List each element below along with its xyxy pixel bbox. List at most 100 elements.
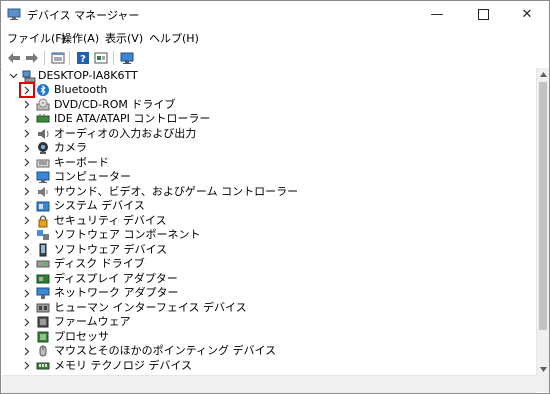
menu-action[interactable]: 操作(A) <box>61 30 99 46</box>
tree-root-row[interactable]: DESKTOP-IA8K6TT <box>2 69 522 83</box>
chevron-right-icon[interactable] <box>20 330 34 344</box>
tree-item-row[interactable]: ソフトウェア コンポーネント <box>2 228 522 242</box>
chevron-right-icon[interactable] <box>20 98 34 112</box>
audio-icon <box>36 127 50 141</box>
hid-icon <box>36 301 50 315</box>
tree-item-row[interactable]: ヒューマン インターフェイス デバイス <box>2 301 522 315</box>
tree-item-row[interactable]: IDE ATA/ATAPI コントローラー <box>2 112 522 126</box>
menu-bar: ファイル(F) 操作(A) 表示(V) ヘルプ(H) <box>1 27 549 47</box>
tree-item-label: Bluetooth <box>54 83 108 96</box>
software-component-icon <box>36 228 50 242</box>
svg-text:?: ? <box>80 54 86 65</box>
tree-item-row[interactable]: カメラ <box>2 141 522 155</box>
chevron-right-icon[interactable] <box>20 199 34 213</box>
tree-item-row[interactable]: システム デバイス <box>2 199 522 213</box>
network-adapter-icon <box>36 286 50 300</box>
scroll-down-icon[interactable] <box>537 363 549 375</box>
tree-item-label: ソフトウェア デバイス <box>54 242 168 256</box>
chevron-right-icon[interactable] <box>20 170 34 184</box>
firmware-icon <box>36 315 50 329</box>
tree-item-row[interactable]: プロセッサ <box>2 330 522 344</box>
chevron-right-icon[interactable] <box>20 257 34 271</box>
tree-item-label: キーボード <box>54 155 109 169</box>
chevron-right-icon[interactable] <box>20 243 34 257</box>
toolbar: ? <box>1 47 549 70</box>
tree-item-label: コンピューター <box>54 170 131 183</box>
tree-item-label: ヒューマン インターフェイス デバイス <box>54 300 247 314</box>
tree-item-row[interactable]: ディスク ドライブ <box>2 257 522 271</box>
sound-icon <box>36 185 50 199</box>
tree-item-row[interactable]: メモリ テクノロジ デバイス <box>2 359 522 373</box>
minimize-icon: — <box>430 6 444 22</box>
chevron-right-icon[interactable] <box>20 286 34 300</box>
system-device-icon <box>36 199 50 213</box>
device-manager-app-icon <box>7 8 21 20</box>
tree-item-label: プロセッサ <box>54 329 109 343</box>
back-button[interactable] <box>5 49 23 67</box>
menu-help[interactable]: ヘルプ(H) <box>149 30 199 46</box>
tree-item-label: DVD/CD-ROM ドライブ <box>54 97 176 111</box>
monitor-icon <box>120 52 134 64</box>
tree-item-row[interactable]: コンピューター <box>2 170 522 184</box>
tree-item-label: ネットワーク アダプター <box>54 286 179 299</box>
tree-item-row[interactable]: DVD/CD-ROM ドライブ <box>2 98 522 112</box>
chevron-right-icon[interactable] <box>20 141 34 155</box>
close-icon: ✕ <box>521 6 533 22</box>
help-button[interactable]: ? <box>74 49 92 67</box>
tree-item-label: ソフトウェア コンポーネント <box>54 228 201 241</box>
chevron-right-icon[interactable] <box>20 344 34 358</box>
scan-hardware-button[interactable] <box>118 49 136 67</box>
chevron-right-icon[interactable] <box>20 214 34 228</box>
menu-view[interactable]: 表示(V) <box>105 30 143 46</box>
title-bar: デバイス マネージャー — ✕ <box>1 1 549 27</box>
disk-drive-icon <box>36 257 50 271</box>
vertical-scroll-thumb[interactable] <box>539 82 547 330</box>
minimize-button[interactable]: — <box>415 1 459 27</box>
tree-item-row[interactable]: ソフトウェア デバイス <box>2 243 522 257</box>
tree-item-row[interactable]: Bluetooth <box>2 82 522 98</box>
tree-item-label: システム デバイス <box>54 199 145 212</box>
maximize-button[interactable] <box>461 1 505 27</box>
scroll-up-icon[interactable] <box>537 68 549 80</box>
forward-button[interactable] <box>23 49 41 67</box>
keyboard-icon <box>36 156 50 170</box>
tree-item-row[interactable]: ネットワーク アダプター <box>2 286 522 300</box>
chevron-right-icon[interactable] <box>20 359 34 373</box>
window-title: デバイス マネージャー <box>27 9 140 22</box>
computer-icon <box>36 170 50 184</box>
chevron-right-icon[interactable] <box>20 272 34 286</box>
tree-item-label: IDE ATA/ATAPI コントローラー <box>54 112 211 125</box>
tree-item-row[interactable]: オーディオの入力および出力 <box>2 127 522 141</box>
vertical-scrollbar[interactable] <box>536 68 549 375</box>
menu-file[interactable]: ファイル(F) <box>7 30 66 46</box>
display-adapter-icon <box>36 272 50 286</box>
properties-button[interactable] <box>49 49 67 67</box>
tree-item-row[interactable]: ディスプレイ アダプター <box>2 272 522 286</box>
security-icon <box>36 214 50 228</box>
close-button[interactable]: ✕ <box>505 1 549 27</box>
toolbar-separator <box>69 51 70 65</box>
chevron-right-icon[interactable] <box>20 185 34 199</box>
tree-item-row[interactable]: セキュリティ デバイス <box>2 214 522 228</box>
chevron-right-icon[interactable] <box>20 127 34 141</box>
chevron-right-icon[interactable] <box>20 156 34 170</box>
chevron-right-icon[interactable] <box>19 82 35 98</box>
computer-icon <box>22 69 36 83</box>
chevron-right-icon[interactable] <box>20 112 34 126</box>
forward-icon <box>26 53 38 63</box>
chevron-right-icon[interactable] <box>20 228 34 242</box>
chevron-down-icon[interactable] <box>6 69 20 83</box>
help-icon: ? <box>77 52 89 65</box>
chevron-right-icon[interactable] <box>20 315 34 329</box>
ide-controller-icon <box>36 112 50 126</box>
memory-icon <box>36 359 50 373</box>
show-hidden-button[interactable] <box>92 49 110 67</box>
device-tree: DESKTOP-IA8K6TT Bluetooth DVD/CD-ROM ドライブ… <box>2 68 536 375</box>
software-device-icon <box>36 243 50 257</box>
chevron-right-icon[interactable] <box>20 301 34 315</box>
horizontal-scrollbar[interactable] <box>2 375 536 393</box>
tree-item-row[interactable]: キーボード <box>2 156 522 170</box>
tree-item-row[interactable]: ファームウェア <box>2 315 522 329</box>
tree-item-row[interactable]: サウンド、ビデオ、およびゲーム コントローラー <box>2 185 522 199</box>
tree-item-row[interactable]: マウスとそのほかのポインティング デバイス <box>2 344 522 358</box>
